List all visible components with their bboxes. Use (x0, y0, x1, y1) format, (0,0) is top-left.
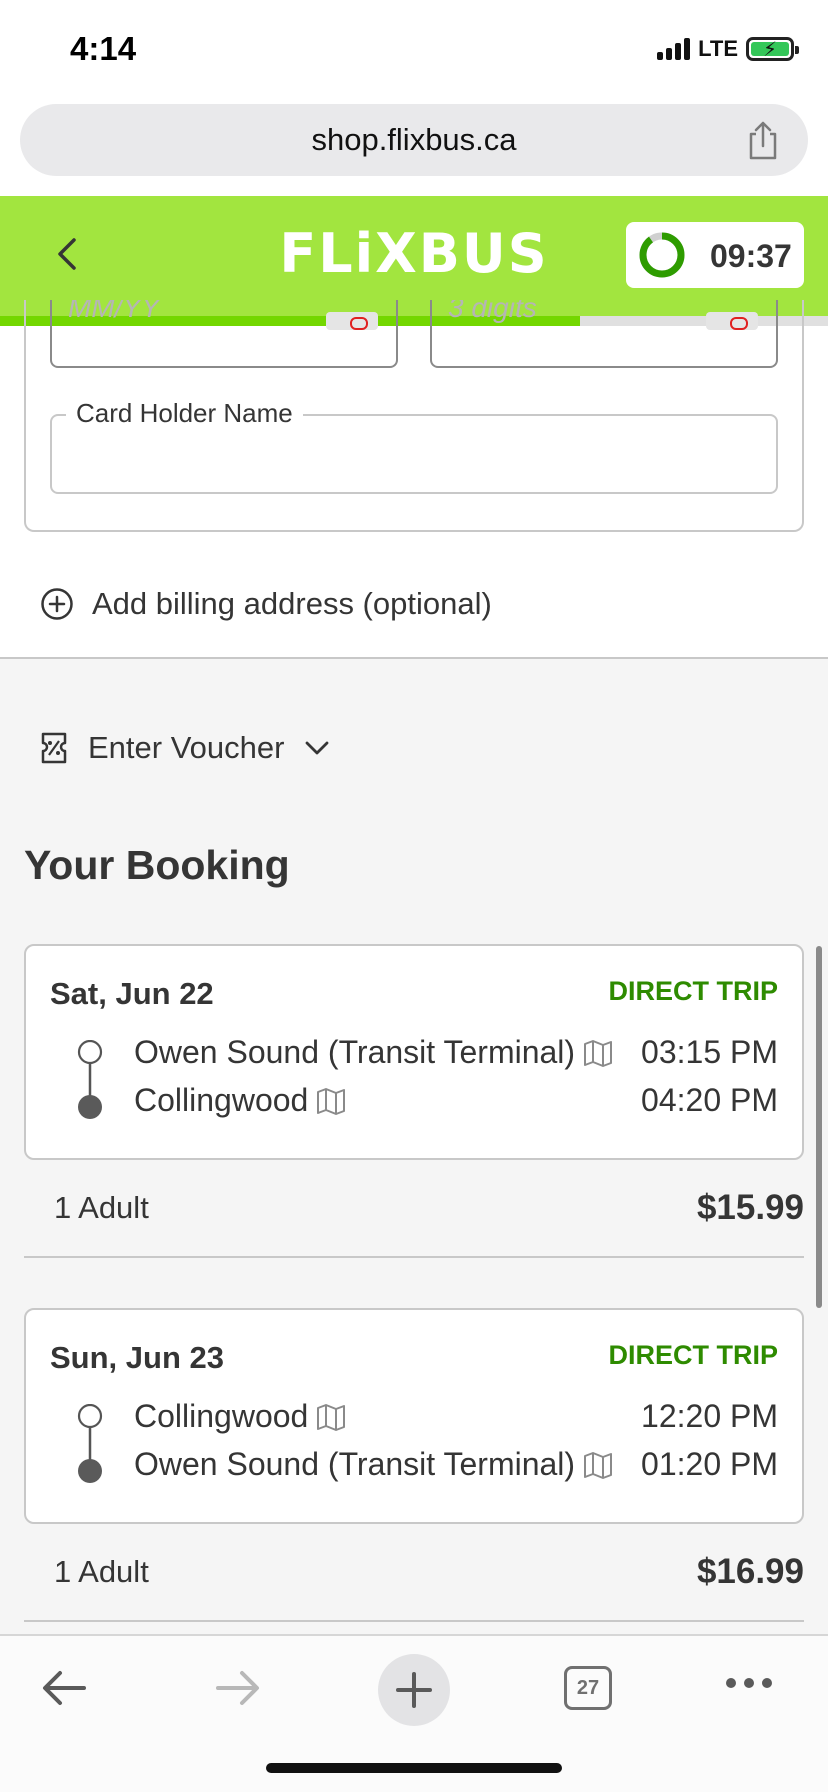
map-icon[interactable] (316, 1403, 346, 1431)
card-cvv-icon (706, 312, 758, 330)
url-text[interactable]: shop.flixbus.ca (20, 122, 808, 158)
passenger-count: 1 Adult (54, 1554, 149, 1589)
departure-time: 12:20 PM (641, 1398, 778, 1434)
arrival-stop: Owen Sound (Transit Terminal) (134, 1446, 613, 1483)
voucher-icon (41, 732, 67, 764)
trip-card-return: Sun, Jun 23 DIRECT TRIP Collingwood 12:2… (24, 1308, 804, 1524)
voucher-label: Enter Voucher (88, 730, 285, 765)
plus-circle-icon (41, 588, 73, 620)
route-line-icon (77, 1040, 103, 1119)
departure-stop: Collingwood (134, 1398, 346, 1435)
home-indicator (266, 1763, 562, 1773)
your-booking-title: Your Booking (24, 842, 290, 888)
browser-forward-icon[interactable] (212, 1666, 264, 1710)
trip-type-badge: DIRECT TRIP (608, 976, 778, 1006)
trip-date: Sun, Jun 23 (50, 1340, 224, 1375)
route-line-icon (77, 1404, 103, 1483)
passenger-count: 1 Adult (54, 1190, 149, 1225)
departure-stop-name: Collingwood (134, 1398, 309, 1434)
trip-price: $16.99 (696, 1552, 804, 1591)
share-icon[interactable] (746, 120, 780, 160)
more-menu-icon[interactable] (724, 1676, 774, 1690)
status-time: 4:14 (70, 30, 137, 67)
url-bar[interactable]: shop.flixbus.ca (20, 104, 808, 176)
departure-stop: Owen Sound (Transit Terminal) (134, 1034, 613, 1071)
trip-price: $15.99 (696, 1188, 804, 1227)
network-label: LTE (698, 36, 738, 61)
tabs-button[interactable]: 27 (564, 1666, 612, 1710)
signal-icon (657, 38, 691, 60)
map-icon[interactable] (583, 1039, 613, 1067)
trip-divider (24, 1620, 804, 1622)
expiry-field[interactable]: MM/YY (50, 300, 398, 368)
trip-date: Sat, Jun 22 (50, 976, 214, 1011)
cvv-field[interactable]: 3 digits (430, 300, 778, 368)
map-icon[interactable] (583, 1451, 613, 1479)
trip-card-outbound: Sat, Jun 22 DIRECT TRIP Owen Sound (Tran… (24, 944, 804, 1160)
status-bar: 4:14 LTE ⚡ (0, 0, 828, 100)
trip-divider (24, 1256, 804, 1258)
arrival-stop: Collingwood (134, 1082, 346, 1119)
arrival-time: 01:20 PM (641, 1446, 778, 1482)
arrival-stop-name: Owen Sound (Transit Terminal) (134, 1446, 576, 1482)
cvv-placeholder: 3 digits (448, 300, 537, 323)
billing-label: Add billing address (optional) (92, 586, 492, 621)
arrival-stop-name: Collingwood (134, 1082, 309, 1118)
arrival-time: 04:20 PM (641, 1082, 778, 1118)
scrollbar[interactable] (816, 946, 822, 1308)
flixbus-header: FLiXBUS 09:37 (0, 196, 828, 316)
map-icon[interactable] (316, 1087, 346, 1115)
timer-ring-icon (639, 232, 685, 278)
trip-type-badge: DIRECT TRIP (608, 1340, 778, 1370)
timer-text: 09:37 (710, 238, 792, 274)
add-billing-address-button[interactable]: Add billing address (optional) (40, 586, 492, 622)
plus-icon (396, 1672, 432, 1708)
chevron-down-icon (306, 741, 329, 755)
enter-voucher-toggle[interactable]: Enter Voucher (40, 730, 330, 766)
browser-back-icon[interactable] (38, 1666, 90, 1710)
countdown-timer: 09:37 (626, 222, 804, 288)
expiry-placeholder: MM/YY (68, 300, 160, 323)
card-expiry-icon (326, 312, 378, 330)
departure-stop-name: Owen Sound (Transit Terminal) (134, 1034, 576, 1070)
card-holder-label: Card Holder Name (66, 398, 303, 429)
battery-icon: ⚡ (746, 37, 799, 61)
departure-time: 03:15 PM (641, 1034, 778, 1070)
new-tab-button[interactable] (378, 1654, 450, 1726)
status-icons: LTE ⚡ (657, 36, 799, 62)
